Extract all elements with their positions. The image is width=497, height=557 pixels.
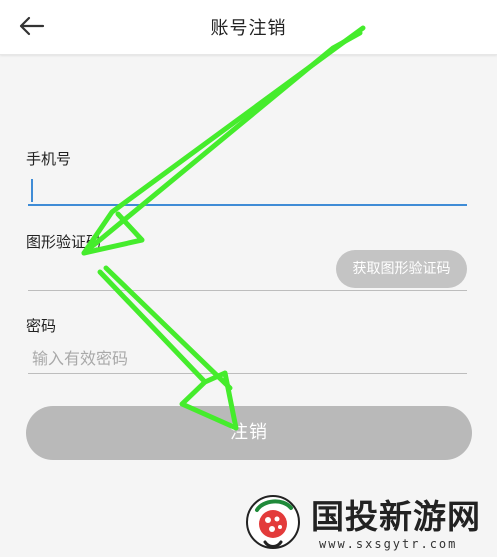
- page-title: 账号注销: [210, 18, 287, 39]
- top-bar: 账号注销: [0, 0, 497, 55]
- phone-input-underline: [28, 204, 467, 206]
- annotation-arrow-upper-shaft-2: [81, 30, 363, 256]
- deactivate-account-button[interactable]: 注销: [26, 406, 472, 460]
- captcha-label: 图形验证码: [26, 233, 102, 251]
- password-input[interactable]: [28, 343, 467, 373]
- watermark-site-url: www.sxsgytr.com: [319, 537, 458, 551]
- phone-input[interactable]: [28, 176, 467, 206]
- get-captcha-button[interactable]: 获取图形验证码: [336, 250, 467, 288]
- phone-label: 手机号: [26, 150, 72, 168]
- watermark: 国投新游网 www.sxsgytr.com: [243, 490, 497, 557]
- annotation-arrow-upper: [81, 25, 366, 256]
- site-logo-icon: [246, 495, 300, 549]
- password-label: 密码: [26, 317, 57, 335]
- text-cursor: [31, 179, 33, 202]
- watermark-site-name: 国投新游网: [311, 497, 481, 536]
- captcha-input-underline: [28, 290, 467, 291]
- captcha-input[interactable]: [28, 256, 328, 286]
- password-input-underline: [28, 373, 467, 374]
